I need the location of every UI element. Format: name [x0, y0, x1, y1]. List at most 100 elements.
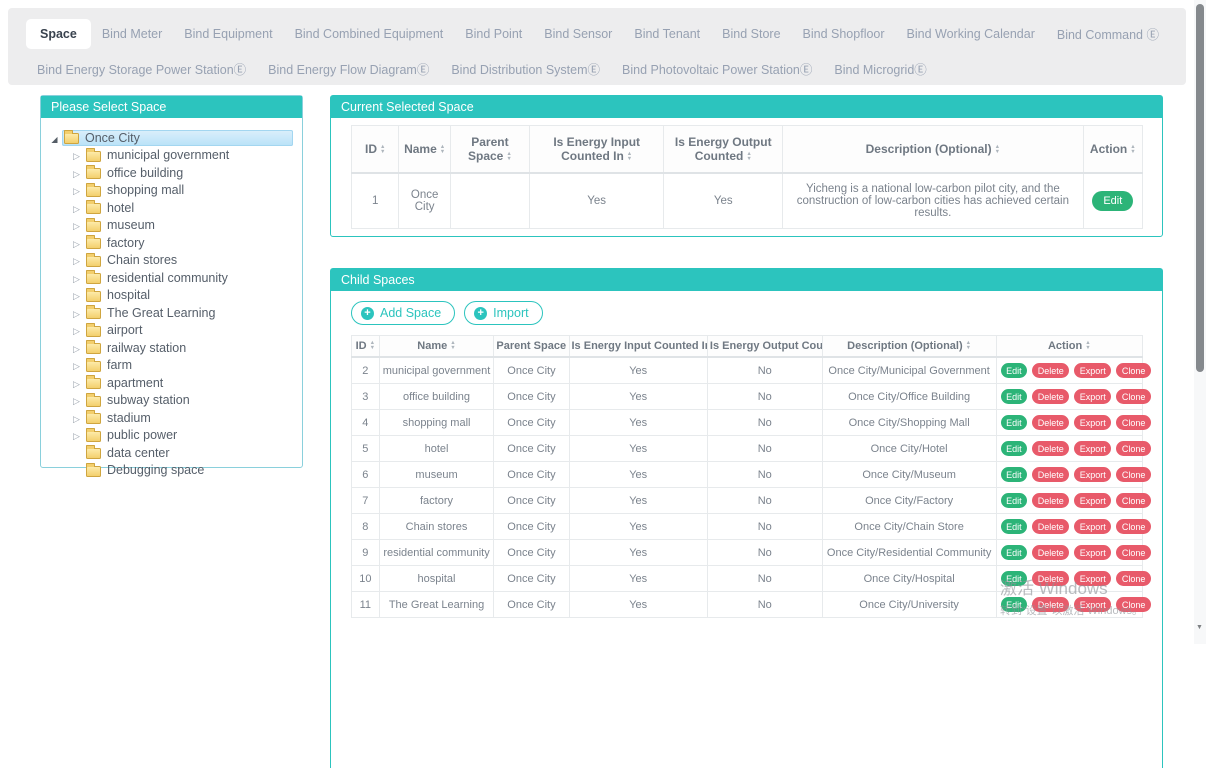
- tab[interactable]: Bind Distribution SystemⒺ: [440, 51, 611, 86]
- tree-item-body[interactable]: factory: [84, 235, 293, 251]
- tree-item-body[interactable]: public power: [84, 427, 293, 443]
- column-header[interactable]: Description (Optional): [783, 126, 1084, 174]
- add-space-button[interactable]: Add Space: [351, 301, 455, 325]
- column-header[interactable]: Parent Space: [450, 126, 529, 174]
- tree-expand-icon[interactable]: [69, 217, 84, 233]
- tree-item[interactable]: Chain stores: [41, 252, 298, 270]
- tree-expand-icon[interactable]: [69, 287, 84, 303]
- tree-item[interactable]: factory: [41, 234, 298, 252]
- clone-button[interactable]: Clone: [1116, 467, 1151, 482]
- tree-expand-icon[interactable]: [69, 147, 84, 163]
- column-header[interactable]: Action: [996, 336, 1142, 358]
- tree-item-body[interactable]: museum: [84, 217, 293, 233]
- edit-button[interactable]: Edit: [1001, 519, 1028, 534]
- tree-item[interactable]: railway station: [41, 339, 298, 357]
- export-button[interactable]: Export: [1074, 389, 1111, 404]
- tree-expand-icon[interactable]: [69, 427, 84, 443]
- tree-expand-icon[interactable]: [69, 305, 84, 321]
- column-header[interactable]: Name: [399, 126, 450, 174]
- edit-button[interactable]: Edit: [1001, 493, 1028, 508]
- tree-item[interactable]: subway station: [41, 392, 298, 410]
- tree-item[interactable]: hotel: [41, 199, 298, 217]
- tree-item[interactable]: The Great Learning: [41, 304, 298, 322]
- edit-button[interactable]: Edit: [1001, 545, 1028, 560]
- tab[interactable]: Bind Store: [711, 19, 791, 49]
- tree-item[interactable]: stadium: [41, 409, 298, 427]
- column-header[interactable]: Name: [379, 336, 494, 358]
- scrollbar-down-arrow-icon[interactable]: [1196, 624, 1203, 631]
- tree-item-body[interactable]: railway station: [84, 340, 293, 356]
- export-button[interactable]: Export: [1074, 363, 1111, 378]
- column-header[interactable]: Action: [1083, 126, 1142, 174]
- clone-button[interactable]: Clone: [1116, 545, 1151, 560]
- tree-expand-icon[interactable]: [69, 252, 84, 268]
- tab[interactable]: Space: [26, 19, 91, 49]
- column-header[interactable]: ID: [352, 336, 380, 358]
- edit-button[interactable]: Edit: [1001, 415, 1028, 430]
- tree-item[interactable]: municipal government: [41, 147, 298, 165]
- tree-expand-icon[interactable]: [69, 375, 84, 391]
- tree-expand-icon[interactable]: [69, 322, 84, 338]
- delete-button[interactable]: Delete: [1032, 545, 1069, 560]
- column-header[interactable]: Is Energy Input Counted In: [529, 126, 663, 174]
- export-button[interactable]: Export: [1074, 571, 1111, 586]
- tree-expand-icon[interactable]: [69, 357, 84, 373]
- tree-item-body[interactable]: hotel: [84, 200, 293, 216]
- tree-item-body[interactable]: The Great Learning: [84, 305, 293, 321]
- column-header[interactable]: Description (Optional): [822, 336, 996, 358]
- delete-button[interactable]: Delete: [1032, 493, 1069, 508]
- tree-item-body[interactable]: Chain stores: [84, 252, 293, 268]
- tab[interactable]: Bind Energy Flow DiagramⒺ: [257, 51, 440, 86]
- tree-item-body[interactable]: airport: [84, 322, 293, 338]
- delete-button[interactable]: Delete: [1032, 597, 1069, 612]
- tree-item[interactable]: farm: [41, 357, 298, 375]
- export-button[interactable]: Export: [1074, 597, 1111, 612]
- tree-item-body[interactable]: data center: [84, 445, 293, 461]
- tree-item-body[interactable]: stadium: [84, 410, 293, 426]
- tree-expand-icon[interactable]: [69, 165, 84, 181]
- tree-item-body[interactable]: hospital: [84, 287, 293, 303]
- export-button[interactable]: Export: [1074, 545, 1111, 560]
- tree-item[interactable]: airport: [41, 322, 298, 340]
- column-header[interactable]: Parent Space: [494, 336, 569, 358]
- import-button[interactable]: Import: [464, 301, 542, 325]
- clone-button[interactable]: Clone: [1116, 415, 1151, 430]
- tab[interactable]: Bind Point: [454, 19, 533, 49]
- tab[interactable]: Bind Sensor: [533, 19, 623, 49]
- clone-button[interactable]: Clone: [1116, 597, 1151, 612]
- tab[interactable]: Bind Tenant: [623, 19, 711, 49]
- scrollbar[interactable]: [1194, 0, 1206, 644]
- clone-button[interactable]: Clone: [1116, 571, 1151, 586]
- tab[interactable]: Bind Meter: [91, 19, 173, 49]
- clone-button[interactable]: Clone: [1116, 389, 1151, 404]
- edit-button[interactable]: Edit: [1001, 389, 1028, 404]
- tree-item-body[interactable]: office building: [84, 165, 293, 181]
- tree-item[interactable]: data center: [41, 444, 298, 462]
- tree-item-body[interactable]: subway station: [84, 392, 293, 408]
- tab[interactable]: Bind Photovoltaic Power StationⒺ: [611, 51, 823, 86]
- column-header[interactable]: Is Energy Output Counted: [664, 126, 783, 174]
- tree-item[interactable]: residential community: [41, 269, 298, 287]
- delete-button[interactable]: Delete: [1032, 389, 1069, 404]
- tree-expand-icon[interactable]: [69, 410, 84, 426]
- tree-item[interactable]: office building: [41, 164, 298, 182]
- tree-item[interactable]: shopping mall: [41, 182, 298, 200]
- tree-item-body[interactable]: residential community: [84, 270, 293, 286]
- delete-button[interactable]: Delete: [1032, 441, 1069, 456]
- clone-button[interactable]: Clone: [1116, 493, 1151, 508]
- tree-expand-icon[interactable]: [69, 270, 84, 286]
- tab[interactable]: Bind Combined Equipment: [284, 19, 455, 49]
- edit-button[interactable]: Edit: [1001, 467, 1028, 482]
- tree-item[interactable]: museum: [41, 217, 298, 235]
- tab[interactable]: Bind MicrogridⒺ: [823, 51, 937, 86]
- clone-button[interactable]: Clone: [1116, 441, 1151, 456]
- delete-button[interactable]: Delete: [1032, 415, 1069, 430]
- edit-button[interactable]: Edit: [1001, 441, 1028, 456]
- tab[interactable]: Bind Equipment: [173, 19, 283, 49]
- tree-item-body[interactable]: municipal government: [84, 147, 293, 163]
- scrollbar-thumb[interactable]: [1196, 4, 1204, 372]
- tree-item[interactable]: public power: [41, 427, 298, 445]
- delete-button[interactable]: Delete: [1032, 571, 1069, 586]
- edit-button[interactable]: Edit: [1001, 597, 1028, 612]
- tree-item[interactable]: hospital: [41, 287, 298, 305]
